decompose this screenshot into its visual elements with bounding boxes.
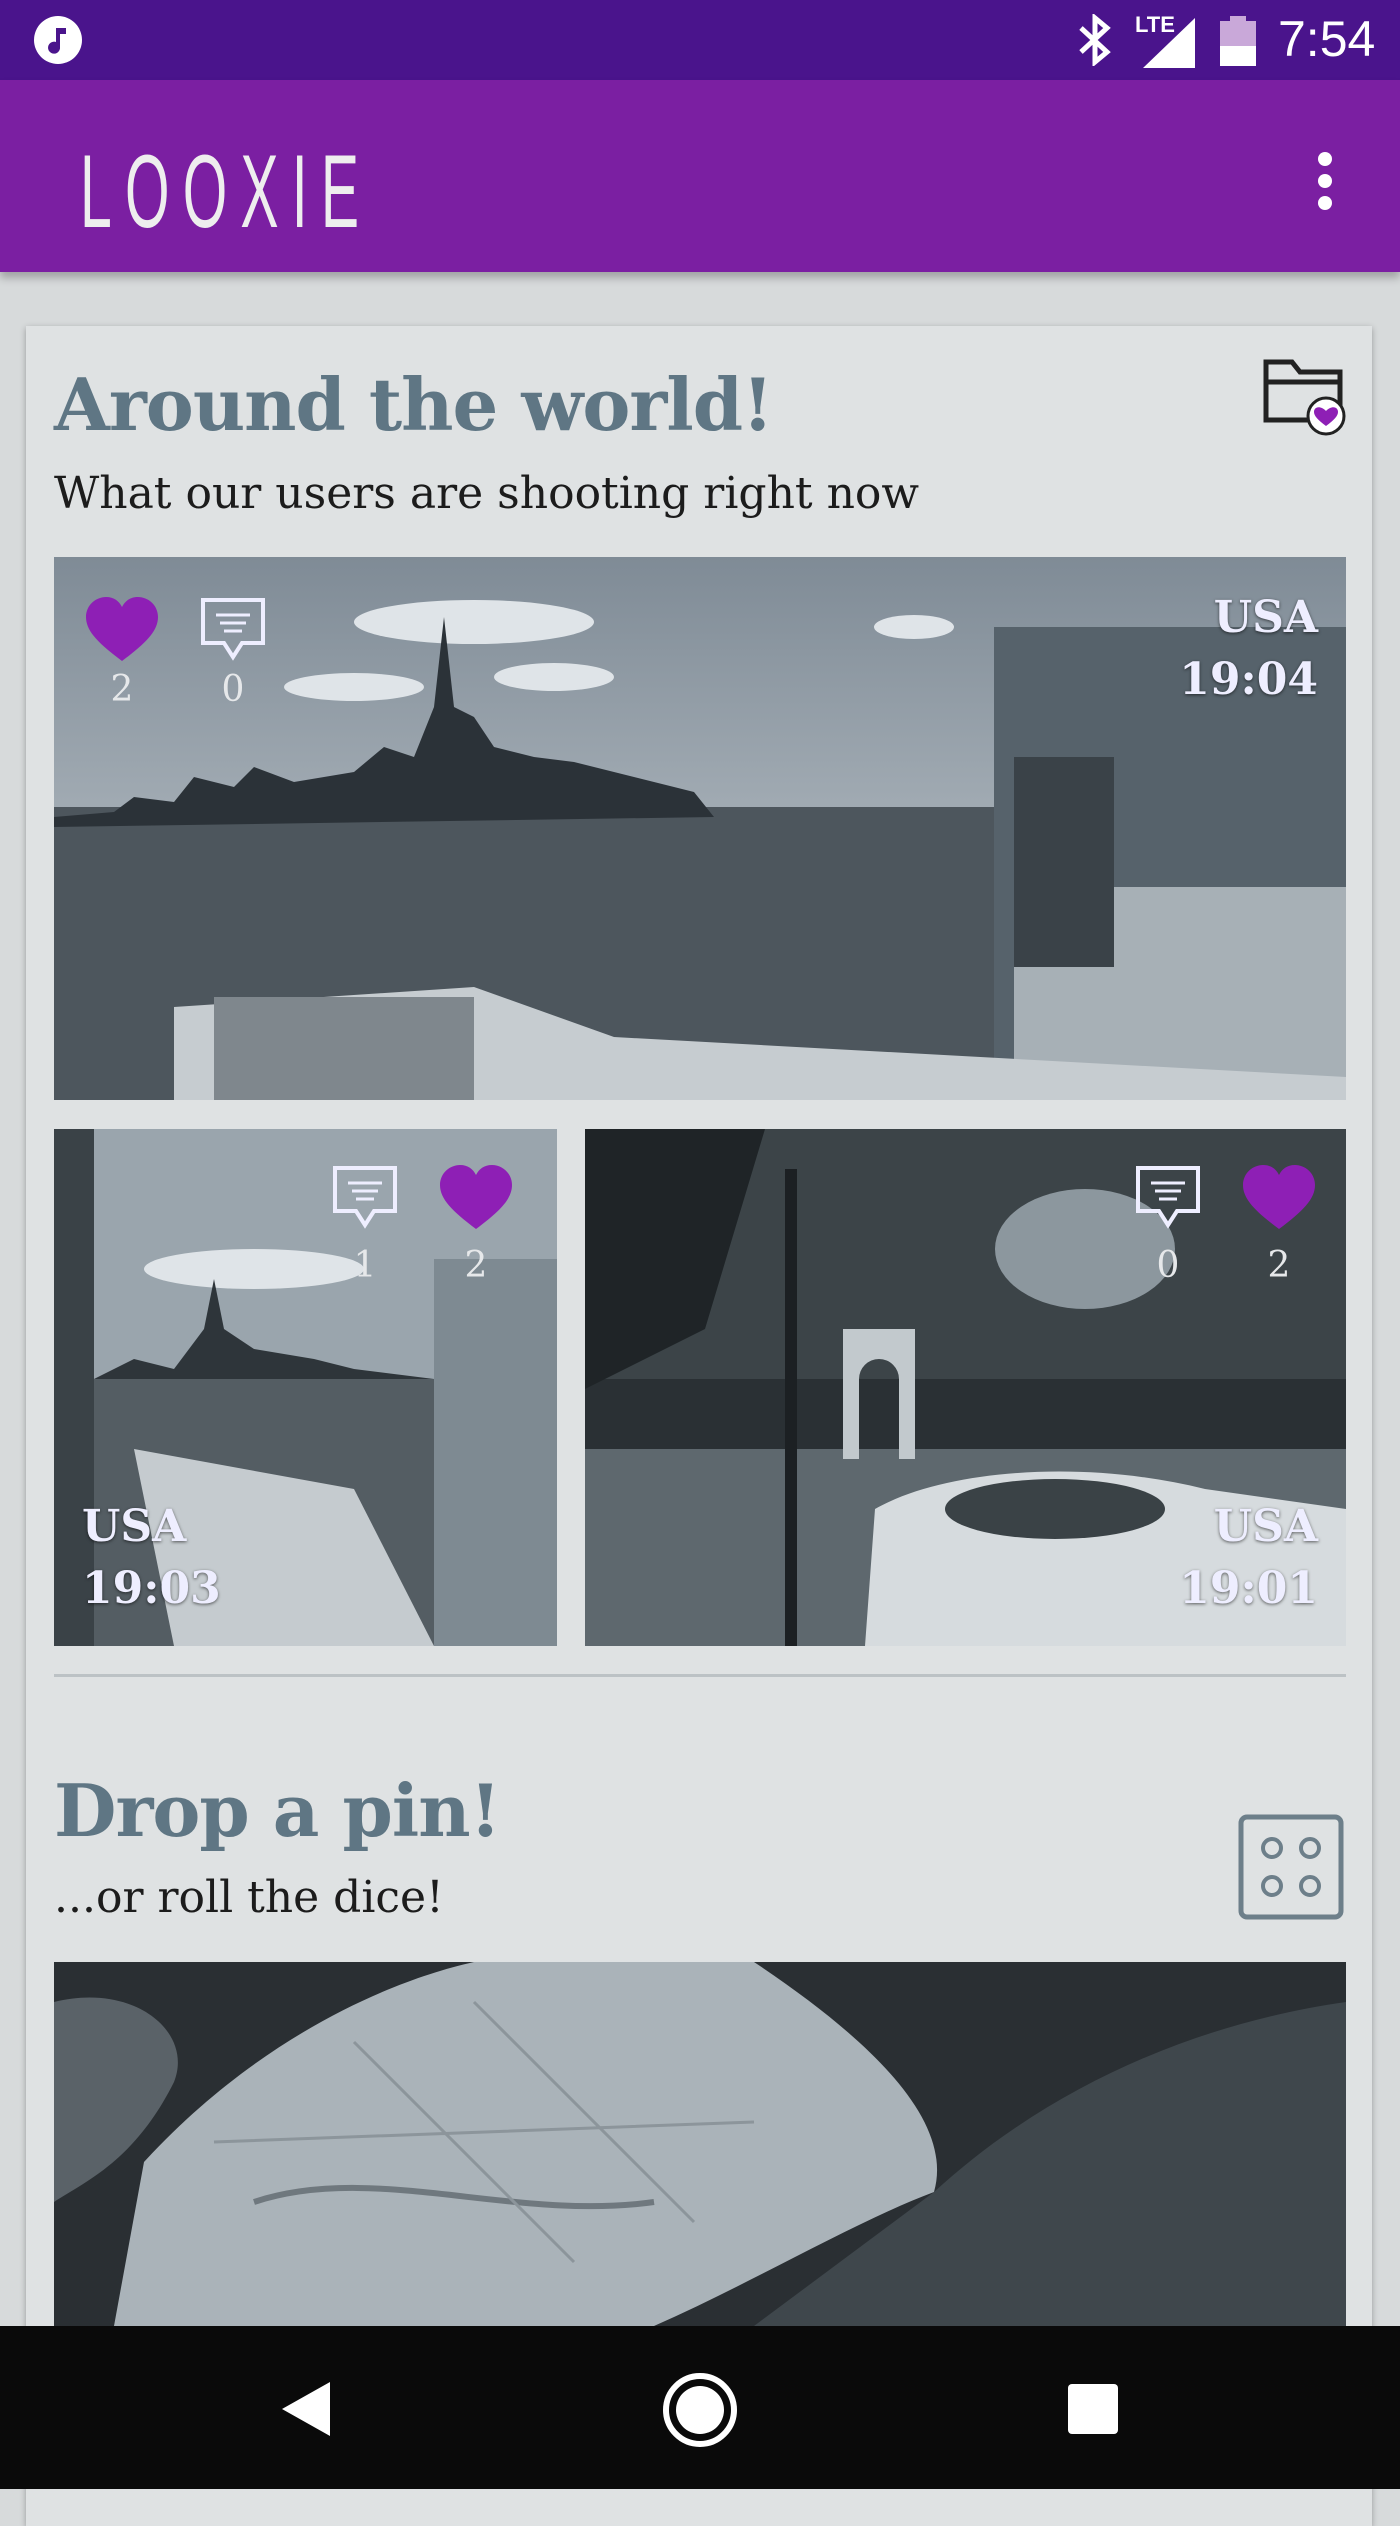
location-time: USA 19:03 <box>82 1496 221 1620</box>
comment-icon[interactable] <box>200 597 266 663</box>
home-icon[interactable] <box>660 2370 740 2450</box>
photo-tile[interactable]: 1 2 USA 19:03 <box>54 1129 557 1646</box>
country-label: USA <box>1213 592 1318 643</box>
battery-icon <box>1220 16 1256 66</box>
comment-count: 1 <box>353 1245 377 1286</box>
recents-icon[interactable] <box>1066 2382 1120 2436</box>
section-title-around-the-world: Around the world! <box>54 362 774 447</box>
music-icon <box>34 16 82 64</box>
dice-icon[interactable] <box>1238 1814 1344 1920</box>
like-count: 2 <box>1267 1245 1291 1286</box>
map-photo <box>54 1962 1346 2326</box>
heart-icon[interactable] <box>84 597 160 663</box>
map-banner[interactable] <box>54 1962 1346 2326</box>
bluetooth-icon <box>1079 14 1111 66</box>
comment-count: 0 <box>1156 1245 1180 1286</box>
comment-count: 0 <box>221 669 245 710</box>
clock: 7:54 <box>1278 11 1376 67</box>
like-count: 2 <box>464 1245 488 1286</box>
country-label: USA <box>1213 1501 1318 1552</box>
photo-tile[interactable]: 0 2 USA 19:01 <box>585 1129 1346 1646</box>
app-bar: LOOXIE <box>0 80 1400 272</box>
time-label: 19:04 <box>1179 654 1318 705</box>
section-divider <box>54 1674 1346 1677</box>
section-subtitle-around-the-world: What our users are shooting right now <box>54 468 920 519</box>
location-time: USA 19:01 <box>1179 1496 1318 1620</box>
comment-icon[interactable] <box>332 1165 398 1231</box>
app-logo: LOOXIE <box>80 134 373 250</box>
section-subtitle-drop-a-pin: ...or roll the dice! <box>54 1872 444 1923</box>
country-label: USA <box>82 1501 187 1552</box>
comment-icon[interactable] <box>1135 1165 1201 1231</box>
navigation-bar <box>0 2326 1400 2489</box>
status-bar: LTE 7:54 <box>0 0 1400 80</box>
back-icon[interactable] <box>280 2380 332 2438</box>
time-label: 19:03 <box>82 1563 221 1614</box>
photo-tile[interactable]: 2 0 USA 19:04 <box>54 557 1346 1100</box>
like-count: 2 <box>110 669 134 710</box>
heart-icon[interactable] <box>438 1165 514 1231</box>
more-vert-icon[interactable] <box>1310 146 1340 216</box>
folder-heart-icon[interactable] <box>1262 352 1346 436</box>
location-time: USA 19:04 <box>1179 587 1318 711</box>
time-label: 19:01 <box>1179 1563 1318 1614</box>
signal-icon <box>1143 18 1195 68</box>
heart-icon[interactable] <box>1241 1165 1317 1231</box>
section-title-drop-a-pin: Drop a pin! <box>54 1768 501 1853</box>
